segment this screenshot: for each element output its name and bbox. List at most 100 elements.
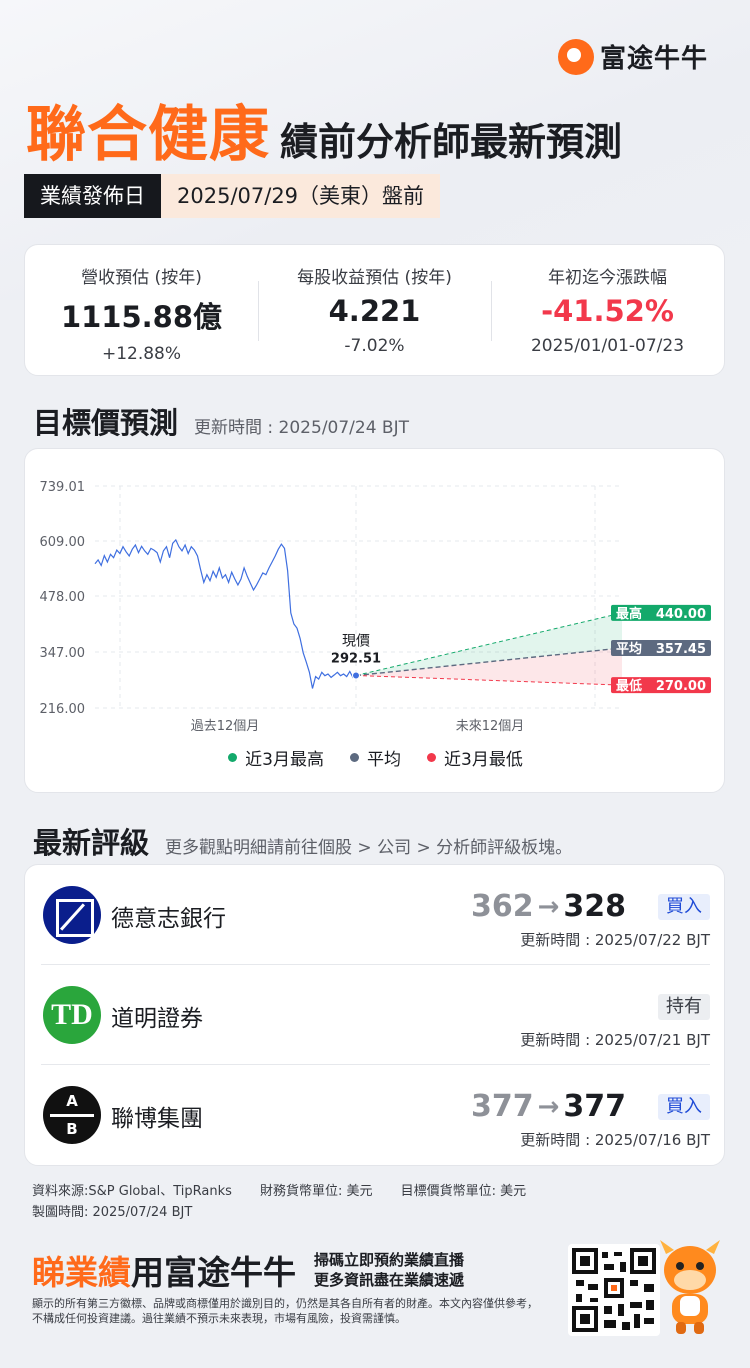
price-to: 377 (563, 1089, 626, 1124)
stat-label: 營收預估 (按年) (81, 268, 202, 288)
promo-black: 用富途牛牛 (131, 1253, 296, 1292)
ratings-card: 德意志銀行 362 → 328 買入 更新時間 : 2025/07/22 BJT… (24, 864, 725, 1166)
brand: 富途牛牛 (558, 38, 708, 75)
earnings-date-value: 2025/07/29（美東）盤前 (161, 174, 441, 218)
price-from: 362 (470, 889, 534, 924)
bank-name: 道明證券 (111, 1006, 203, 1032)
logo-bar (50, 1114, 94, 1117)
earnings-date: 業績發佈日 2025/07/29（美東）盤前 (24, 174, 441, 218)
x-axis-label: 過去12個月 (191, 719, 260, 734)
y-tick-label: 739.01 (40, 480, 86, 495)
footer-source: 資料來源:S&P Global、TipRanks 財務貨幣單位: 美元 目標價貨… (32, 1181, 550, 1223)
footer-source-line: 資料來源:S&P Global、TipRanks 財務貨幣單位: 美元 目標價貨… (32, 1181, 550, 1202)
ratings-section-header: 最新評級 更多觀點明細請前往個股 > 公司 > 分析師評級板塊。 (33, 820, 572, 862)
company-name: 聯合健康 (26, 100, 270, 170)
rating-updated: 更新時間 : 2025/07/21 BJT (520, 1031, 710, 1049)
legend-label: 近3月最低 (444, 750, 523, 770)
disclaimer: 顯示的所有第三方徽標、品牌或商標僅用於識別目的，仍然是其各自所有者的財產。本文內… (32, 1297, 538, 1325)
ratings-section-hint: 更多觀點明細請前往個股 > 公司 > 分析師評級板塊。 (165, 838, 573, 858)
y-tick-label: 347.00 (40, 646, 86, 661)
alliancebernstein-logo-icon: A B (43, 1086, 101, 1144)
stat-value: 4.221 (328, 294, 421, 328)
page-title: 聯合健康 績前分析師最新預測 (26, 86, 622, 173)
logo-letter: A (66, 1092, 78, 1110)
rating-badge: 持有 (658, 994, 710, 1020)
logo-letter: B (66, 1120, 78, 1138)
target-unit: 目標價貨幣單位: 美元 (400, 1184, 527, 1199)
page-subtitle: 績前分析師最新預測 (280, 120, 623, 164)
bank-name: 聯博集團 (111, 1106, 203, 1132)
promo-headline: 睇業績用富途牛牛 (32, 1246, 296, 1294)
stats-card: 營收預估 (按年) 1115.88億 +12.88% 每股收益預估 (按年) 4… (24, 244, 725, 376)
rating-row-td[interactable]: TD 道明證券 持有 更新時間 : 2025/07/21 BJT (41, 965, 710, 1065)
deutsche-bank-logo-icon (43, 886, 101, 944)
x-axis-label: 未來12個月 (456, 719, 525, 734)
stat-value: 1115.88億 (60, 300, 223, 334)
stat-label: 每股收益預估 (按年) (297, 268, 452, 288)
rating-badge: 買入 (658, 894, 710, 920)
arrow-right-icon: → (537, 891, 560, 922)
target-price-chart: 739.01 609.00 478.00 347.00 216.00 過去12個月 未來12… (24, 448, 725, 793)
target-section-header: 目標價預測 更新時間 : 2025/07/24 BJT (33, 400, 409, 442)
td-logo-icon: TD (43, 986, 101, 1044)
price-to: 328 (563, 889, 626, 924)
stat-revenue: 營收預估 (按年) 1115.88億 +12.88% (25, 245, 258, 375)
legend-item-avg: 平均 (350, 745, 401, 770)
price-history-line (94, 538, 357, 689)
promo-line2: 更多資訊盡在業績速遞 (314, 1271, 465, 1289)
ratings-section-title: 最新評級 (33, 826, 150, 860)
qr-code-icon[interactable] (568, 1244, 660, 1336)
source-text: 資料來源:S&P Global、TipRanks (32, 1184, 232, 1199)
stat-ytd: 年初迄今漲跌幅 -41.52% 2025/01/01-07/23 (491, 245, 724, 375)
promo-side: 掃碼立即預約業績直播 更多資訊盡在業績速遞 (314, 1250, 464, 1290)
forecast-badge-name: 平均 (616, 641, 642, 657)
current-price-value: 292.51 (331, 652, 381, 667)
rating-row-deutsche[interactable]: 德意志銀行 362 → 328 買入 更新時間 : 2025/07/22 BJT (41, 865, 710, 965)
finance-unit: 財務貨幣單位: 美元 (260, 1184, 373, 1199)
y-tick-label: 609.00 (40, 535, 86, 550)
promo-orange: 睇業績 (32, 1253, 131, 1292)
earnings-date-label: 業績發佈日 (24, 174, 161, 218)
forecast-badge-value: 357.45 (656, 642, 706, 657)
legend-label: 近3月最高 (245, 750, 324, 770)
promo-banner[interactable]: 睇業績用富途牛牛 掃碼立即預約業績直播 更多資訊盡在業績速遞 (32, 1246, 464, 1294)
brand-name: 富途牛牛 (600, 44, 709, 74)
current-price-point (352, 671, 360, 680)
y-tick-label: 478.00 (40, 590, 86, 605)
promo-line1: 掃碼立即預約業績直播 (314, 1251, 465, 1269)
chart-svg: 739.01 609.00 478.00 347.00 216.00 過去12個月 未來12… (40, 480, 711, 734)
rating-badge: 買入 (658, 1094, 710, 1120)
futu-logo-icon (558, 38, 594, 75)
stat-sub: 2025/01/01-07/23 (530, 336, 685, 356)
stat-sub: -7.02% (344, 336, 405, 356)
legend-dot-high (228, 753, 238, 762)
arrow-right-icon: → (537, 1091, 560, 1122)
chart-legend: 近3月最高 平均 近3月最低 (25, 745, 726, 770)
bull-mascot-icon (658, 1236, 722, 1336)
legend-dot-low (427, 753, 436, 762)
legend-item-high: 近3月最高 (228, 745, 324, 770)
forecast-badge-value: 440.00 (656, 607, 706, 622)
forecast-badge-name: 最高 (616, 606, 642, 622)
rating-row-ab[interactable]: A B 聯博集團 377 → 377 買入 更新時間 : 2025/07/16 … (41, 1065, 710, 1165)
price-from: 377 (470, 1089, 534, 1124)
legend-dot-avg (350, 753, 359, 762)
stat-eps: 每股收益預估 (按年) 4.221 -7.02% (258, 245, 491, 375)
forecast-badge-value: 270.00 (656, 679, 706, 694)
price-target-change: 377 → 377 (471, 1089, 626, 1124)
stat-label: 年初迄今漲跌幅 (548, 268, 667, 288)
legend-label: 平均 (367, 750, 401, 770)
stat-value: -41.52% (541, 294, 674, 328)
price-target-change: 362 → 328 (471, 889, 626, 924)
current-price-label: 現價 (342, 633, 370, 650)
target-section-updated: 更新時間 : 2025/07/24 BJT (194, 418, 409, 438)
rating-updated: 更新時間 : 2025/07/16 BJT (520, 1131, 710, 1149)
bank-name: 德意志銀行 (111, 906, 226, 932)
forecast-badge-name: 最低 (616, 678, 642, 694)
stat-sub: +12.88% (101, 344, 182, 364)
y-tick-label: 216.00 (40, 702, 86, 717)
rating-updated: 更新時間 : 2025/07/22 BJT (520, 931, 710, 949)
legend-item-low: 近3月最低 (427, 745, 523, 770)
target-section-title: 目標價預測 (33, 406, 179, 440)
made-time: 製圖時間: 2025/07/24 BJT (32, 1205, 193, 1220)
